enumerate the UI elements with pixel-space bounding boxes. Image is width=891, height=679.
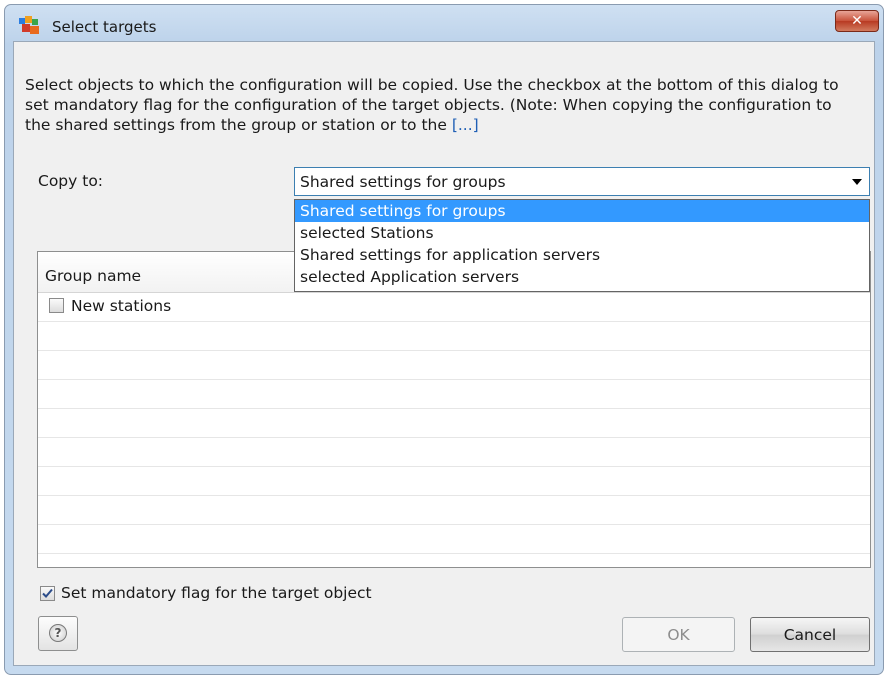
help-button[interactable]: ? [38,616,78,651]
option-shared-settings-app-servers[interactable]: Shared settings for application servers [295,244,869,266]
description-body: Select objects to which the configuratio… [25,76,839,134]
mandatory-checkbox-box[interactable] [40,585,55,601]
copy-to-selected-value: Shared settings for groups [300,173,506,191]
empty-row [38,350,870,380]
row-checkbox[interactable] [49,298,64,313]
row-label: New stations [71,297,172,315]
targets-grid[interactable]: Group name New stations [37,251,871,568]
ok-button[interactable]: OK [622,617,735,652]
option-selected-stations[interactable]: selected Stations [295,222,869,244]
empty-row [38,524,870,554]
option-shared-settings-groups[interactable]: Shared settings for groups [295,200,869,222]
mandatory-flag-label: Set mandatory flag for the target object [61,584,372,602]
copy-to-select[interactable]: Shared settings for groups [294,167,870,196]
window-title: Select targets [52,18,157,36]
mandatory-flag-checkbox[interactable]: Set mandatory flag for the target object [40,584,372,602]
close-icon: ✕ [851,13,863,29]
empty-row [38,437,870,467]
empty-row [38,466,870,496]
dropdown-arrow-icon[interactable] [852,179,862,185]
empty-row [38,408,870,438]
title-bar[interactable]: Select targets ✕ [5,5,883,36]
more-link[interactable]: [...] [452,116,479,134]
copy-to-label: Copy to: [38,172,104,190]
empty-row [38,495,870,525]
description-text: Select objects to which the configuratio… [25,75,855,135]
empty-row [38,321,870,351]
empty-row [38,379,870,409]
close-button[interactable]: ✕ [835,10,879,32]
option-selected-app-servers[interactable]: selected Application servers [295,266,869,288]
avg-logo-icon [19,16,39,34]
group-name-column-header[interactable]: Group name [45,267,141,285]
checkmark-icon [42,588,53,598]
copy-to-dropdown-list: Shared settings for groups selected Stat… [294,199,870,292]
cancel-button[interactable]: Cancel [750,617,870,652]
help-icon: ? [49,624,67,642]
table-row[interactable]: New stations [38,292,870,322]
